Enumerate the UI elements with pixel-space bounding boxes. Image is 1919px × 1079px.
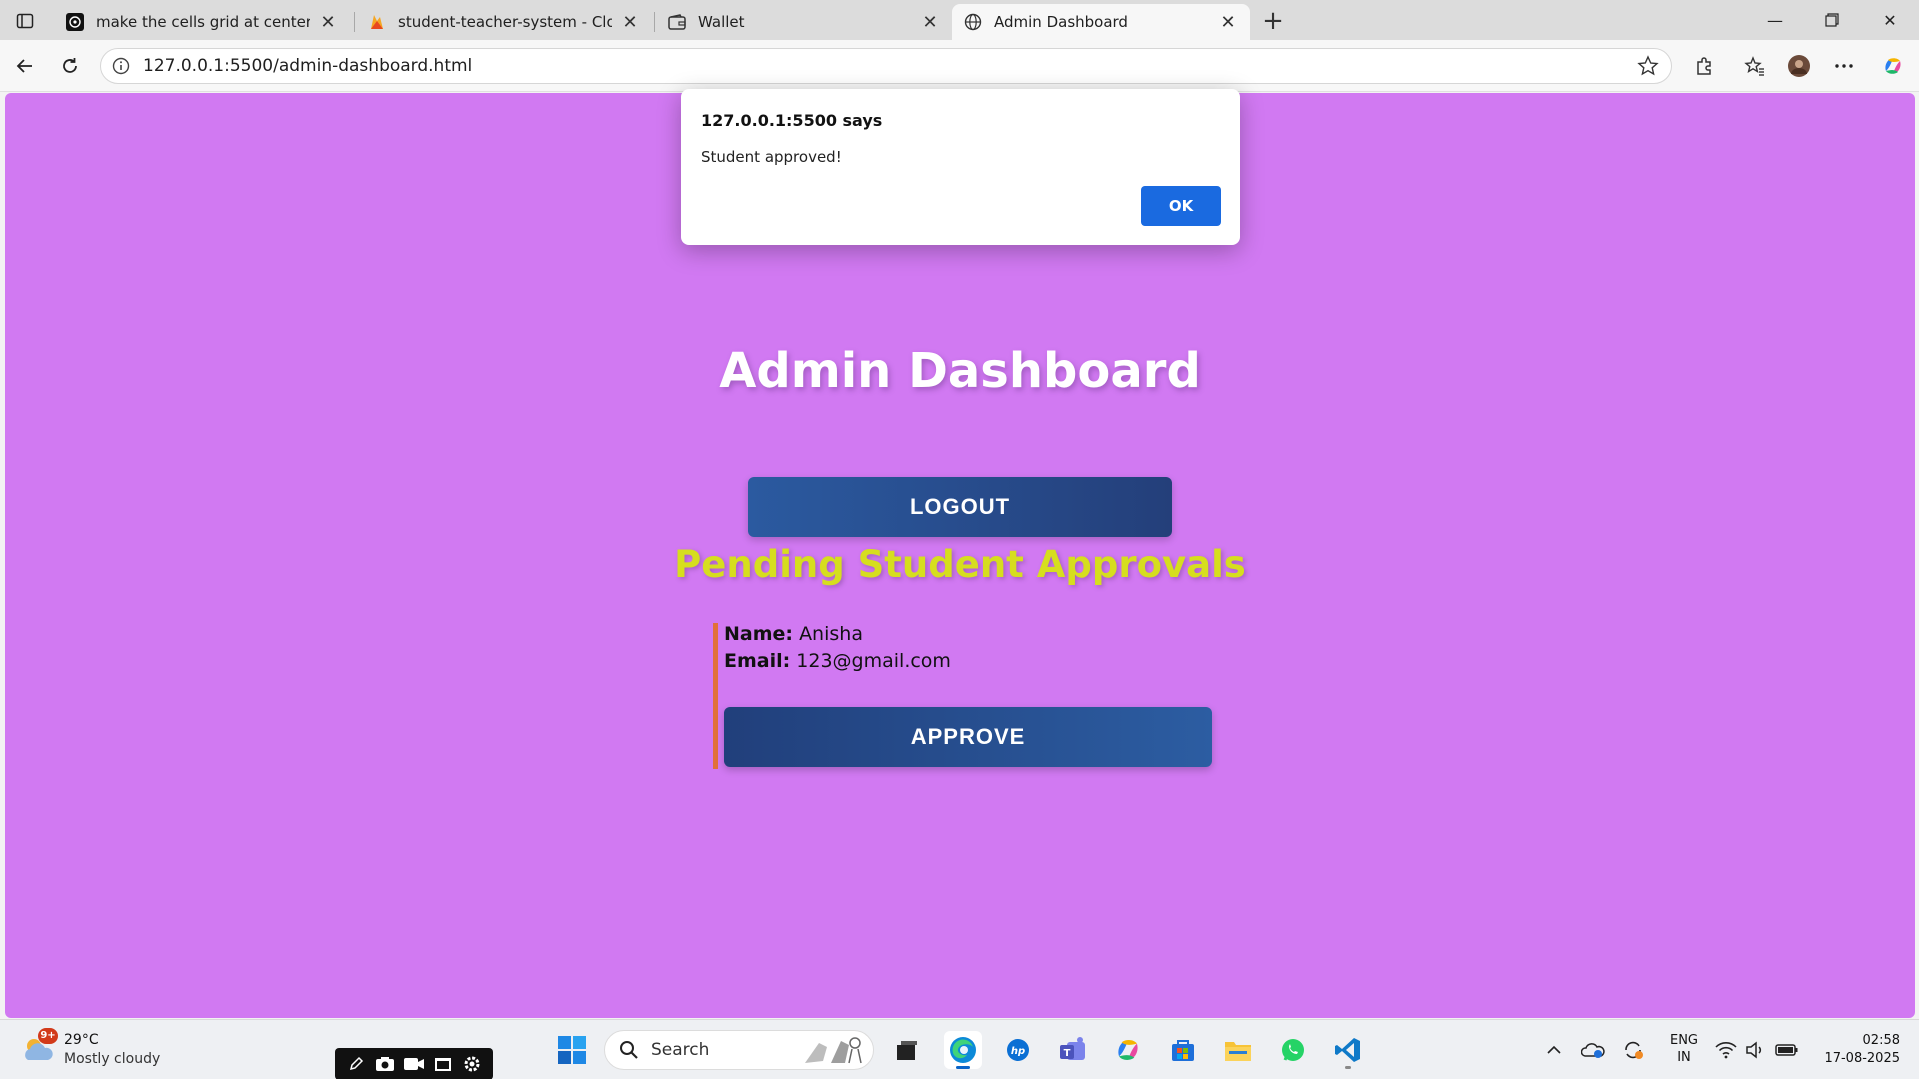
- window-capture-icon[interactable]: [432, 1054, 454, 1074]
- tab-separator: [354, 12, 355, 32]
- more-options-icon[interactable]: [1830, 52, 1858, 80]
- volume-icon[interactable]: [1742, 1032, 1768, 1068]
- favorites-icon[interactable]: [1741, 52, 1769, 80]
- tab-title: Wallet: [698, 13, 745, 31]
- settings-gear-icon[interactable]: [461, 1054, 483, 1074]
- minimize-icon[interactable]: —: [1747, 0, 1803, 40]
- dialog-message: Student approved!: [701, 148, 842, 166]
- taskbar-clock[interactable]: 02:58 17-08-2025: [1810, 1032, 1900, 1068]
- camera-icon[interactable]: [374, 1054, 396, 1074]
- svg-text:hp: hp: [1011, 1046, 1025, 1057]
- window-close-icon[interactable]: ✕: [1862, 0, 1918, 40]
- whatsapp-icon[interactable]: [1274, 1031, 1312, 1069]
- language-code: ENG: [1669, 1033, 1698, 1048]
- sidebar-toggle-icon[interactable]: [10, 8, 40, 34]
- student-name-row: Name: Anisha: [724, 623, 863, 645]
- close-icon[interactable]: ✕: [920, 12, 940, 33]
- show-hidden-icons-chevron-icon[interactable]: [1540, 1032, 1568, 1068]
- alert-dialog: 127.0.0.1:5500 says Student approved! OK: [681, 89, 1240, 245]
- address-bar[interactable]: 127.0.0.1:5500/admin-dashboard.html: [100, 48, 1672, 84]
- chatgpt-icon: [66, 13, 84, 31]
- file-explorer-icon[interactable]: [1219, 1031, 1257, 1069]
- active-app-indicator: [956, 1066, 970, 1069]
- email-label: Email:: [724, 650, 791, 672]
- pencil-icon[interactable]: [345, 1054, 367, 1074]
- student-name: Anisha: [799, 623, 863, 645]
- search-highlight-illustration-icon: [805, 1037, 862, 1064]
- approve-button[interactable]: APPROVE: [724, 707, 1212, 767]
- new-tab-plus-icon[interactable]: +: [1258, 6, 1288, 36]
- refresh-icon[interactable]: [54, 50, 86, 82]
- globe-icon: [964, 13, 982, 31]
- clock-date: 17-08-2025: [1824, 1051, 1900, 1066]
- tab-title: student-teacher-system - Cloud F: [398, 13, 612, 31]
- microsoft-store-icon[interactable]: [1164, 1031, 1202, 1069]
- student-email: 123@gmail.com: [796, 650, 951, 672]
- search-icon: [617, 1038, 641, 1062]
- tab-separator: [654, 12, 655, 32]
- favorite-star-icon[interactable]: [1635, 53, 1661, 79]
- firebase-icon: [368, 13, 386, 31]
- capture-toolbar: [335, 1048, 493, 1079]
- restore-icon[interactable]: [1804, 0, 1860, 40]
- clock-time: 02:58: [1862, 1033, 1900, 1048]
- edge-browser-icon[interactable]: [944, 1031, 982, 1069]
- battery-icon[interactable]: [1772, 1032, 1802, 1068]
- tab-admin-dashboard[interactable]: Admin Dashboard ✕: [952, 4, 1250, 40]
- tab-title: make the cells grid at center and: [96, 13, 310, 31]
- dialog-title: 127.0.0.1:5500 says: [701, 111, 883, 130]
- pending-approvals-heading: Pending Student Approvals: [674, 543, 1246, 586]
- hp-icon[interactable]: hp: [999, 1031, 1037, 1069]
- tab-firebase[interactable]: student-teacher-system - Cloud F ✕: [356, 4, 652, 40]
- video-camera-icon[interactable]: [403, 1054, 425, 1074]
- extensions-icon[interactable]: [1690, 52, 1718, 80]
- dialog-ok-button[interactable]: OK: [1141, 186, 1221, 226]
- vscode-icon[interactable]: [1329, 1031, 1367, 1069]
- windows-taskbar: 9+ 29°C Mostly cloudy Search hp T ENG IN…: [0, 1019, 1919, 1079]
- language-indicator[interactable]: ENG IN: [1666, 1032, 1702, 1066]
- wallet-icon: [668, 13, 686, 31]
- profile-avatar[interactable]: [1785, 52, 1813, 80]
- sync-icon[interactable]: [1618, 1032, 1648, 1068]
- wifi-icon[interactable]: [1712, 1032, 1740, 1068]
- tab-chatgpt[interactable]: make the cells grid at center and ✕: [54, 4, 350, 40]
- teams-icon[interactable]: T: [1054, 1031, 1092, 1069]
- site-info-icon[interactable]: [111, 56, 131, 76]
- logout-button[interactable]: LOGOUT: [748, 477, 1172, 537]
- language-region: IN: [1677, 1050, 1691, 1065]
- task-view-icon[interactable]: [888, 1031, 926, 1069]
- onedrive-cloud-icon[interactable]: [1578, 1032, 1608, 1068]
- weather-widget[interactable]: 9+ 29°C Mostly cloudy: [20, 1028, 170, 1072]
- student-email-row: Email: 123@gmail.com: [724, 650, 951, 672]
- student-card: Name: Anisha Email: 123@gmail.com APPROV…: [713, 623, 1212, 769]
- copilot-app-icon[interactable]: [1109, 1031, 1147, 1069]
- back-arrow-icon[interactable]: [9, 50, 41, 82]
- svg-text:T: T: [1064, 1048, 1071, 1059]
- running-app-indicator: [1345, 1066, 1351, 1069]
- weather-description: Mostly cloudy: [64, 1051, 161, 1067]
- windows-start-icon[interactable]: [554, 1032, 590, 1068]
- copilot-icon[interactable]: [1879, 52, 1907, 80]
- page-title: Admin Dashboard: [719, 343, 1201, 399]
- browser-toolbar: 127.0.0.1:5500/admin-dashboard.html: [0, 40, 1919, 92]
- tab-wallet[interactable]: Wallet ✕: [656, 4, 952, 40]
- tab-title: Admin Dashboard: [994, 13, 1128, 31]
- search-placeholder: Search: [651, 1040, 710, 1060]
- name-label: Name:: [724, 623, 794, 645]
- browser-tab-strip: make the cells grid at center and ✕ stud…: [0, 0, 1919, 40]
- url-text[interactable]: 127.0.0.1:5500/admin-dashboard.html: [143, 56, 1635, 76]
- weather-badge: 9+: [38, 1028, 58, 1044]
- close-icon[interactable]: ✕: [318, 12, 338, 33]
- close-icon[interactable]: ✕: [1218, 12, 1238, 33]
- taskbar-search[interactable]: Search: [604, 1030, 874, 1070]
- weather-temperature: 29°C: [64, 1032, 99, 1048]
- close-icon[interactable]: ✕: [620, 12, 640, 33]
